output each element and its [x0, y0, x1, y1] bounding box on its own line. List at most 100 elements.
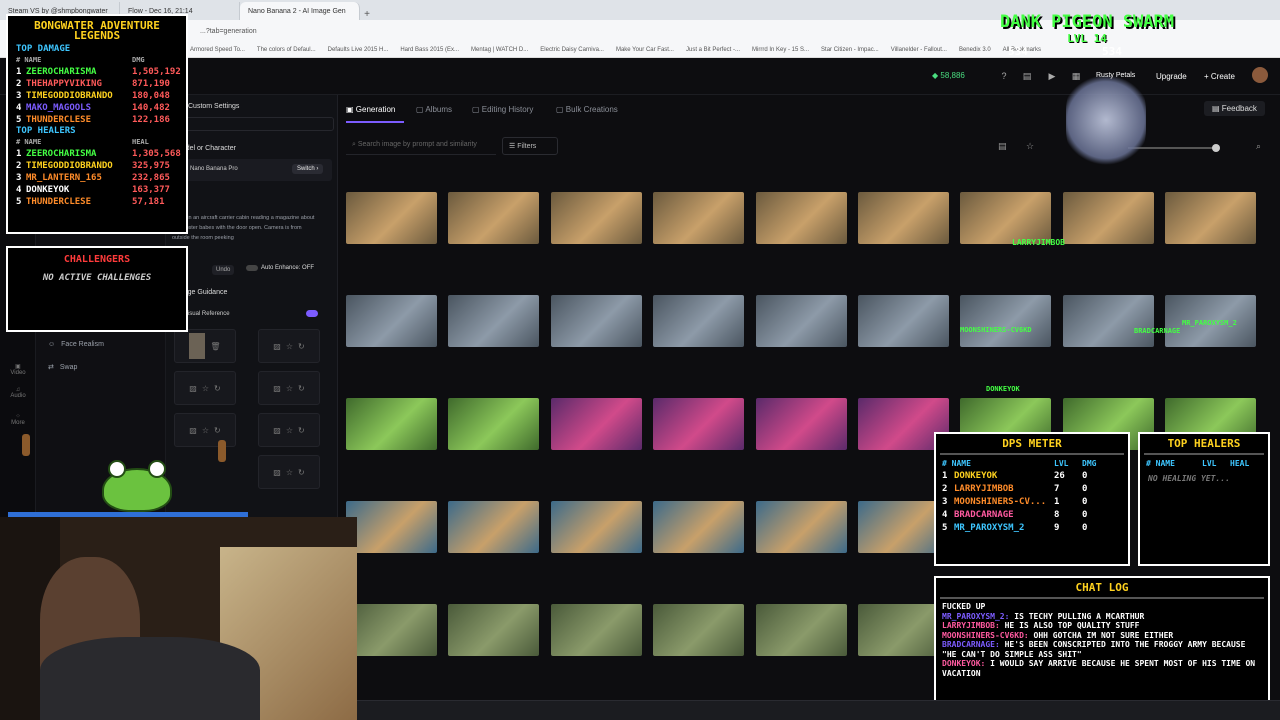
credits-balance[interactable]: ◆ 58,886 [932, 71, 965, 80]
tab-generation[interactable]: ▣ Generation [346, 105, 395, 114]
damage-list: 1 ZEEROCHARISMA 1,505,192 2 THEHAPPYVIKING 87… [8, 66, 186, 126]
rail-label: Video [10, 370, 26, 376]
star-icon[interactable]: ☆ [1026, 141, 1034, 152]
library-icon[interactable]: ▤ [1021, 71, 1033, 83]
chat-message: DONKEYOK: I WOULD SAY ARRIVE BECAUSE HE … [942, 659, 1262, 678]
search-input[interactable]: ⌕ Search image by prompt and similarity [346, 137, 496, 155]
player-dmg: 0 [1082, 510, 1088, 520]
search-icon[interactable]: ⌕ [1256, 141, 1261, 152]
player-name: THUNDERCLESE [26, 115, 92, 125]
bookmark-item[interactable]: Make Your Car Fast... [616, 47, 674, 53]
gallery-thumbnail[interactable] [448, 398, 540, 450]
prompt-textarea[interactable]: Marty in an aircraft carrier cabin readi… [172, 213, 318, 247]
player-name: LARRYJIMBOB [954, 484, 1014, 494]
challengers-panel: CHALLENGERS NO ACTIVE CHALLENGES [6, 246, 188, 332]
gallery-thumbnail[interactable] [858, 192, 949, 244]
visual-reference-toggle[interactable] [306, 310, 318, 317]
gallery-thumbnail[interactable] [1062, 192, 1154, 244]
col-dmg: DMG [1082, 459, 1097, 468]
gallery-thumbnail[interactable] [755, 398, 847, 450]
create-button[interactable]: + Create [1198, 69, 1241, 84]
gallery-thumbnail[interactable] [755, 604, 847, 656]
gallery-thumbnail[interactable] [448, 501, 540, 553]
chat-text: IS TECHY PULLING A MCARTHUR [1009, 611, 1145, 621]
more-icon: ⁘ [15, 414, 21, 420]
filters-button[interactable]: ☰ Filters [502, 137, 558, 155]
bookmark-item[interactable]: Mentag | WATCH D... [471, 47, 528, 53]
gallery-thumbnail[interactable] [653, 398, 745, 450]
bookmark-item[interactable]: Defaults Live 2015 H... [328, 47, 389, 53]
bookmark-item[interactable]: Villanelder - Fallout... [891, 47, 947, 53]
auto-enhance-toggle[interactable]: Auto Enhance: OFF [246, 265, 314, 271]
chat-message: MR_PAROXYSM_2: IS TECHY PULLING A MCARTH… [942, 612, 1262, 622]
tab-editing-history[interactable]: ▢ Editing History [472, 105, 533, 114]
rail-audio[interactable]: ♫ Audio [2, 387, 34, 399]
tab-bulk-creations[interactable]: ▢ Bulk Creations [556, 105, 618, 114]
gallery-thumbnail[interactable] [653, 501, 745, 553]
chat-log: CHAT LOG FUCKED UP MR_PAROXYSM_2: IS TECH… [934, 576, 1270, 704]
gallery-thumbnail[interactable] [550, 501, 642, 553]
reference-slot[interactable]: ▨ ☆ ↻ [258, 413, 320, 447]
gallery-thumbnail[interactable] [960, 192, 1052, 244]
switch-button[interactable]: Switch › [292, 164, 324, 174]
tool-face-realism[interactable]: ☺ Face Realism [48, 341, 104, 348]
gallery-thumbnail[interactable] [653, 192, 745, 244]
reference-slot-filled[interactable]: 🗑 [174, 329, 236, 363]
gallery-thumbnail[interactable] [858, 295, 949, 347]
gallery-thumbnail[interactable] [448, 192, 540, 244]
bookmark-item[interactable]: Hard Bass 2015 (Ex... [400, 47, 459, 53]
gallery-thumbnail[interactable] [346, 192, 437, 244]
rail-video[interactable]: ▣ Video [2, 363, 34, 376]
gallery-thumbnail[interactable] [550, 295, 642, 347]
bookmark-item[interactable]: Electric Daisy Carniva... [540, 47, 604, 53]
gallery-thumbnail[interactable] [448, 295, 540, 347]
reference-slot[interactable]: ▨ ☆ ↻ [174, 371, 236, 405]
player-tag: BRADCARNAGE [1134, 327, 1181, 335]
tab-albums[interactable]: ▢ Albums [416, 105, 452, 114]
gallery-thumbnail[interactable] [346, 398, 437, 450]
undo-button[interactable]: Undo [212, 265, 235, 275]
player-name: TIMEGODDIOBRANDO [26, 91, 113, 101]
gallery-thumbnail[interactable] [550, 192, 642, 244]
gallery-thumbnail[interactable] [448, 604, 540, 656]
tool-swap[interactable]: ⇄ Swap [48, 363, 77, 372]
preset-select[interactable] [174, 117, 334, 131]
reference-slot[interactable]: ▨ ☆ ↻ [258, 329, 320, 363]
feedback-button[interactable]: ▤ Feedback [1204, 101, 1265, 116]
video-icon[interactable]: ▶ [1046, 71, 1058, 83]
new-tab-icon[interactable]: + [360, 9, 374, 20]
browser-tab-active[interactable]: Nano Banana 2 - AI Image Gen [240, 2, 360, 20]
gallery-thumbnail[interactable] [960, 295, 1052, 347]
gallery-thumbnail[interactable] [1165, 192, 1257, 244]
bookmark-item[interactable]: Mirrrd In Key - 15 S... [752, 47, 809, 53]
trash-icon[interactable]: 🗑 [210, 342, 220, 351]
gallery-thumbnail[interactable] [346, 604, 437, 656]
slider-handle[interactable] [1212, 144, 1220, 152]
reference-slot[interactable]: ▨ ☆ ↻ [258, 455, 320, 489]
gallery-thumbnail[interactable] [550, 398, 642, 450]
upgrade-button[interactable]: Upgrade [1150, 69, 1193, 84]
gallery-thumbnail[interactable] [346, 501, 437, 553]
bookmark-item[interactable]: Armored Speed To... [190, 47, 245, 53]
layout-icon[interactable]: ▤ [998, 141, 1007, 152]
bookmark-item[interactable]: Star Citizen - Impac... [821, 47, 879, 53]
gallery-thumbnail[interactable] [653, 295, 745, 347]
custom-settings-heading: Custom Settings [188, 103, 240, 110]
help-icon[interactable]: ? [998, 71, 1010, 83]
gallery-thumbnail[interactable] [346, 295, 437, 347]
gallery-thumbnail[interactable] [755, 192, 847, 244]
model-card[interactable]: Nano Banana Pro Switch › [174, 159, 332, 181]
reference-slot[interactable]: ▨ ☆ ↻ [258, 371, 320, 405]
user-avatar[interactable] [1252, 67, 1268, 83]
col-lvl: LVL [1202, 459, 1217, 468]
gallery-thumbnail[interactable] [755, 295, 847, 347]
chat-message: FUCKED UP [942, 602, 1262, 612]
rail-label: Audio [10, 393, 26, 399]
gallery-thumbnail[interactable] [653, 604, 745, 656]
gallery-thumbnail[interactable] [1062, 295, 1154, 347]
bookmark-item[interactable]: The colors of Defaul... [257, 47, 316, 53]
player-name: MOONSHINERS-CV... [954, 497, 1047, 507]
bookmark-item[interactable]: Just a Bit Perfect -... [686, 47, 740, 53]
gallery-thumbnail[interactable] [755, 501, 847, 553]
gallery-thumbnail[interactable] [550, 604, 642, 656]
